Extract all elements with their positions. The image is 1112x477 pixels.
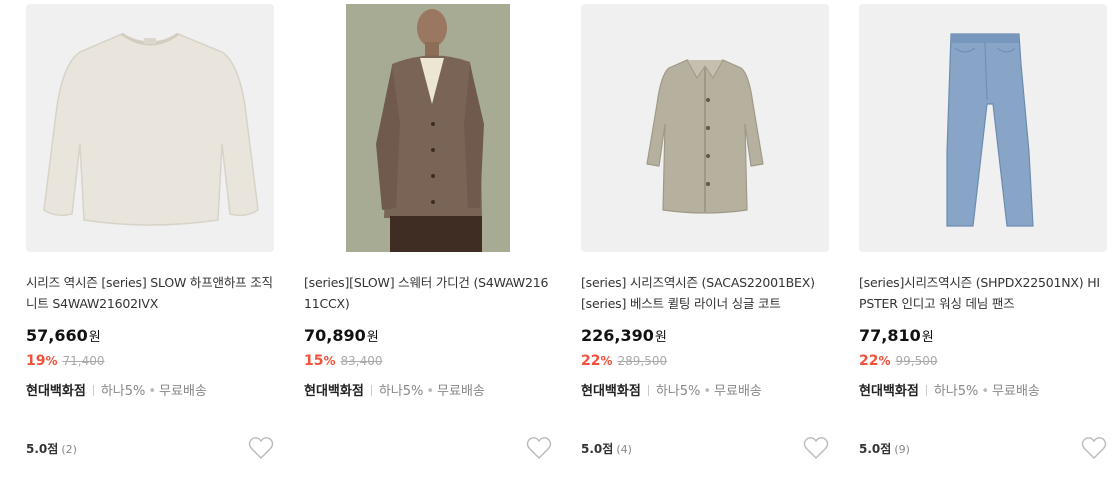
store-name: 현대백화점: [581, 384, 641, 399]
percent-sign: %: [323, 354, 336, 368]
product-title[interactable]: [series] 시리즈역시즌 (SACAS22001BEX) [series]…: [581, 272, 829, 314]
currency-unit: 원: [921, 330, 934, 345]
review-count: (2): [61, 443, 77, 456]
review-count: (9): [894, 443, 910, 456]
shipping-benefit: 무료배송: [437, 384, 485, 399]
rating: [304, 440, 307, 454]
original-price: 99,500: [895, 354, 938, 368]
product-image-sweater[interactable]: [26, 4, 274, 252]
store-name: 현대백화점: [26, 384, 86, 399]
product-title[interactable]: 시리즈 역시즌 [series] SLOW 하프앤하프 조직 니트 S4WAW2…: [26, 272, 274, 314]
discount-rate: 19: [26, 353, 46, 369]
shipping-benefit: 무료배송: [714, 384, 762, 399]
discount-info: 22% 99,500: [859, 353, 938, 369]
card-benefit: 하나5%: [655, 384, 701, 399]
rating: 5.0점 (9): [859, 440, 910, 457]
sweater-illustration: [26, 4, 274, 252]
price-value: 57,660: [26, 326, 88, 345]
wishlist-button[interactable]: [1081, 436, 1107, 460]
price-value: 70,890: [304, 326, 366, 345]
bullet: •: [426, 384, 435, 399]
product-title[interactable]: [series]시리즈역시즌 (SHPDX22501NX) HIPSTER 인디…: [859, 272, 1107, 314]
discount-info: 19% 71,400: [26, 353, 105, 369]
product-image-coat[interactable]: [581, 4, 829, 252]
denim-illustration: [859, 4, 1107, 252]
seller-info: 현대백화점 하나5% • 무료배송: [859, 380, 1040, 399]
discount-info: 15% 83,400: [304, 353, 383, 369]
discount-info: 22% 289,500: [581, 353, 667, 369]
sale-price: 70,890원: [304, 326, 379, 345]
product-card[interactable]: 시리즈 역시즌 [series] SLOW 하프앤하프 조직 니트 S4WAW2…: [26, 0, 274, 477]
wishlist-button[interactable]: [526, 436, 552, 460]
original-price: 289,500: [617, 354, 668, 368]
bullet: •: [981, 384, 990, 399]
product-image-cardigan[interactable]: [304, 4, 552, 252]
product-card[interactable]: [series] 시리즈역시즌 (SACAS22001BEX) [series]…: [581, 0, 829, 477]
product-grid: 시리즈 역시즌 [series] SLOW 하프앤하프 조직 니트 S4WAW2…: [0, 0, 1112, 477]
percent-sign: %: [600, 354, 613, 368]
bullet: •: [148, 384, 157, 399]
discount-rate: 15: [304, 353, 324, 369]
percent-sign: %: [878, 354, 891, 368]
coat-illustration: [581, 4, 829, 252]
divider: [370, 385, 372, 396]
product-card[interactable]: [series][SLOW] 스웨터 가디건 (S4WAW21611CCX) 7…: [304, 0, 552, 477]
product-image-denim[interactable]: [859, 4, 1107, 252]
card-benefit: 하나5%: [933, 384, 979, 399]
original-price: 71,400: [62, 354, 105, 368]
rating-score: 5.0점: [26, 442, 59, 456]
rating: 5.0점 (4): [581, 440, 632, 457]
card-benefit: 하나5%: [378, 384, 424, 399]
heart-outline-icon: [526, 437, 552, 459]
currency-unit: 원: [366, 330, 379, 345]
heart-outline-icon: [1081, 437, 1107, 459]
product-title[interactable]: [series][SLOW] 스웨터 가디건 (S4WAW21611CCX): [304, 272, 552, 314]
original-price: 83,400: [340, 354, 383, 368]
wishlist-button[interactable]: [803, 436, 829, 460]
wishlist-button[interactable]: [248, 436, 274, 460]
review-count: (4): [616, 443, 632, 456]
store-name: 현대백화점: [859, 384, 919, 399]
rating-score: 5.0점: [859, 442, 892, 456]
product-card[interactable]: [series]시리즈역시즌 (SHPDX22501NX) HIPSTER 인디…: [859, 0, 1107, 477]
discount-rate: 22: [581, 353, 601, 369]
price-value: 77,810: [859, 326, 921, 345]
divider: [647, 385, 649, 396]
seller-info: 현대백화점 하나5% • 무료배송: [26, 380, 207, 399]
shipping-benefit: 무료배송: [992, 384, 1040, 399]
currency-unit: 원: [654, 330, 667, 345]
card-benefit: 하나5%: [100, 384, 146, 399]
rating-score: 5.0점: [581, 442, 614, 456]
seller-info: 현대백화점 하나5% • 무료배송: [581, 380, 762, 399]
shipping-benefit: 무료배송: [159, 384, 207, 399]
seller-info: 현대백화점 하나5% • 무료배송: [304, 380, 485, 399]
heart-outline-icon: [248, 437, 274, 459]
divider: [92, 385, 94, 396]
rating: 5.0점 (2): [26, 440, 77, 457]
divider: [925, 385, 927, 396]
sale-price: 226,390원: [581, 326, 667, 345]
sale-price: 57,660원: [26, 326, 101, 345]
sale-price: 77,810원: [859, 326, 934, 345]
price-value: 226,390: [581, 326, 654, 345]
discount-rate: 22: [859, 353, 879, 369]
percent-sign: %: [45, 354, 58, 368]
cardigan-model-illustration: [304, 4, 552, 252]
currency-unit: 원: [88, 330, 101, 345]
heart-outline-icon: [803, 437, 829, 459]
store-name: 현대백화점: [304, 384, 364, 399]
bullet: •: [703, 384, 712, 399]
